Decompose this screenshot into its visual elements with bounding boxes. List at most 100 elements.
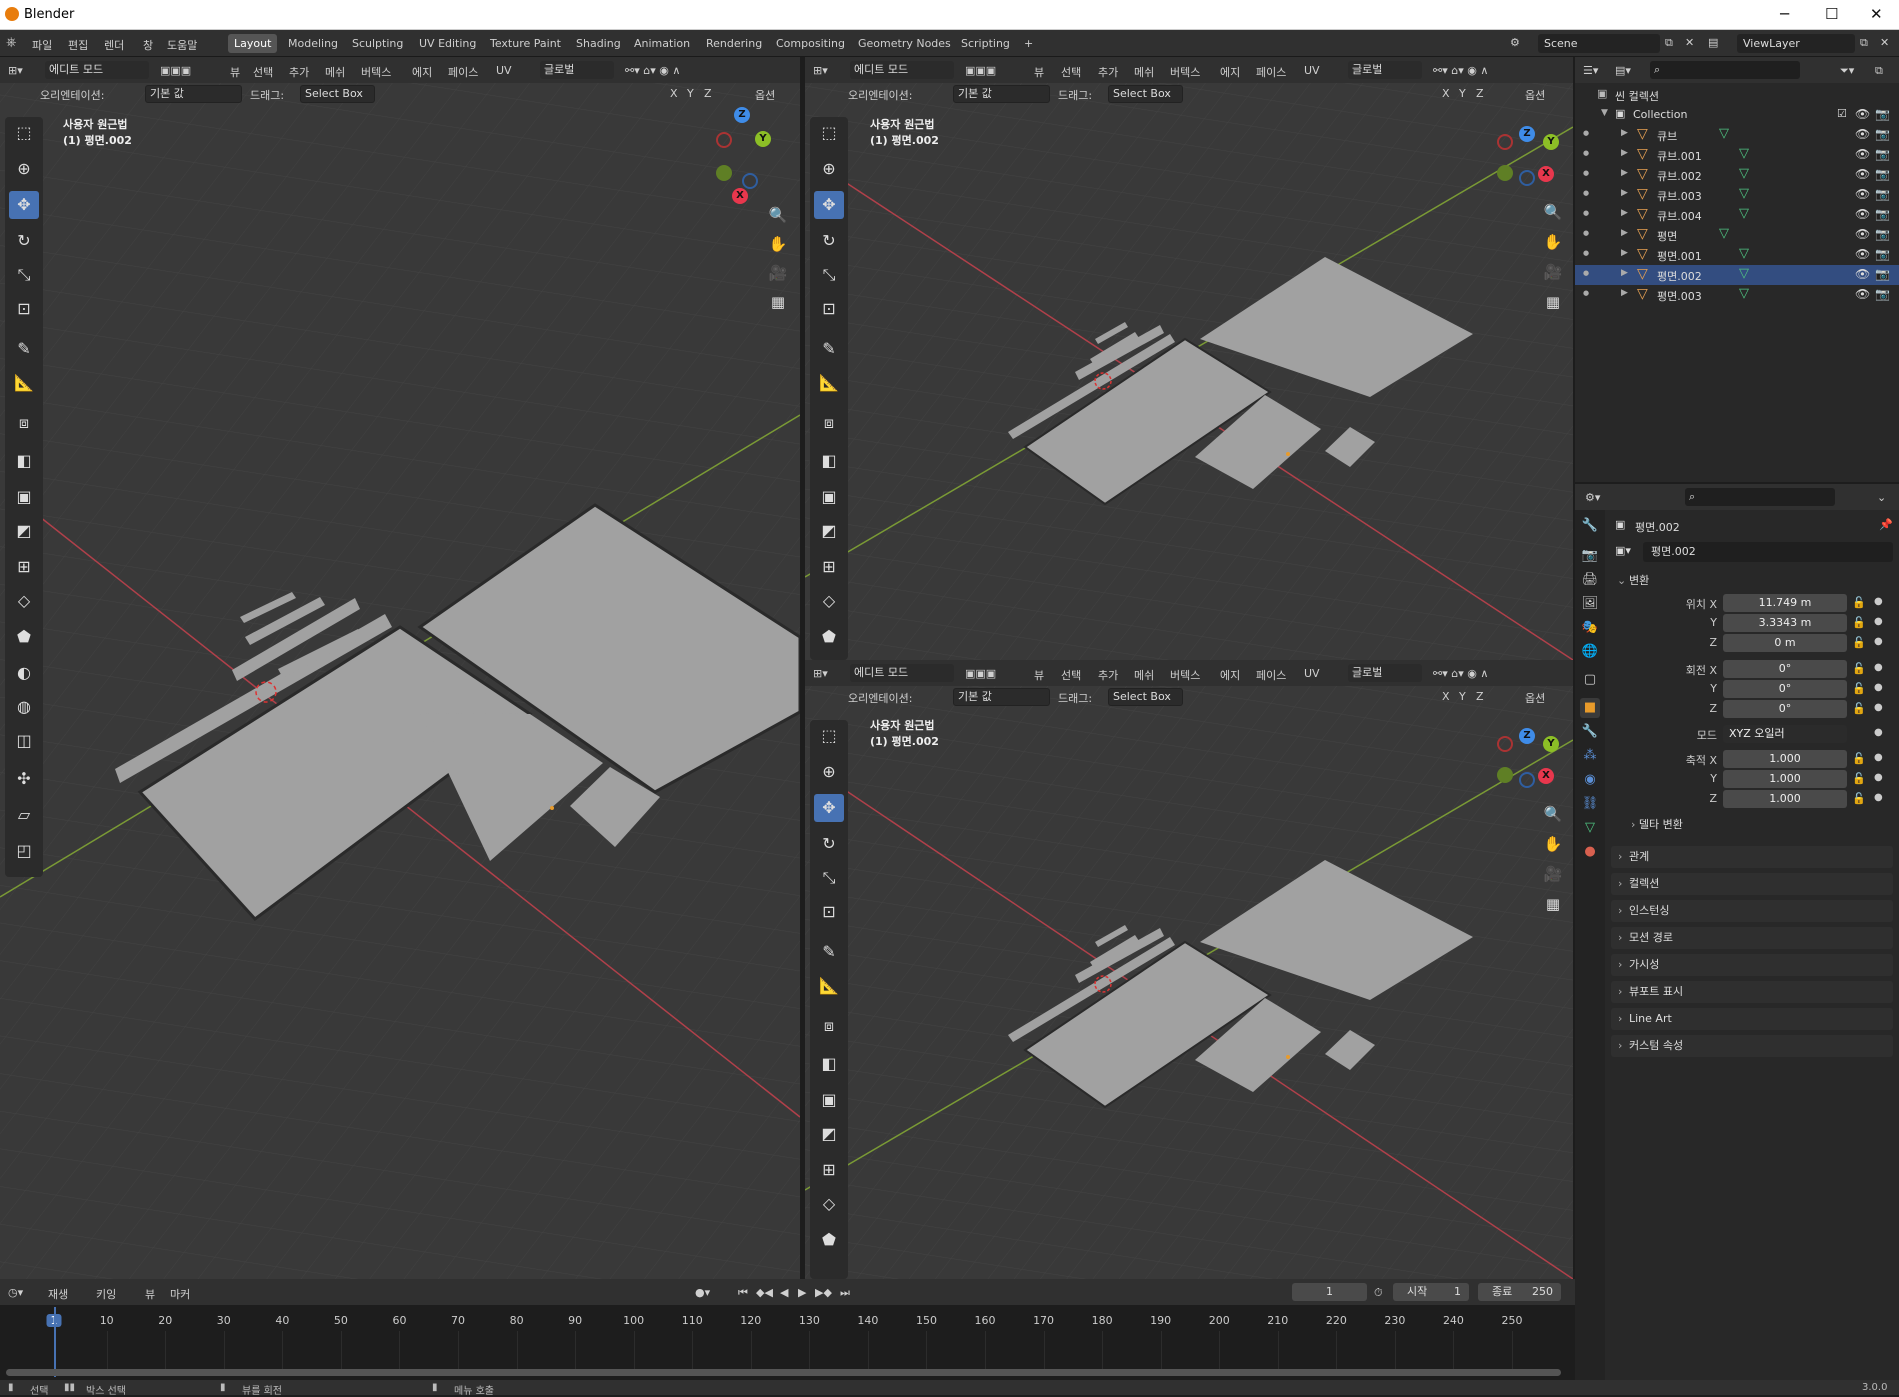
eye-icon[interactable]: 👁: [1855, 107, 1870, 121]
gizmo-neg-z[interactable]: [1519, 772, 1535, 788]
poly-build-tool-icon[interactable]: ⬟: [9, 623, 39, 651]
options-dropdown[interactable]: 옵션: [755, 87, 775, 103]
expand-arrow-icon[interactable]: ▶: [1621, 168, 1628, 178]
location-x-field[interactable]: 11.749 m: [1723, 594, 1847, 612]
gizmo-y-axis[interactable]: Y: [1543, 134, 1559, 150]
transform-tool-icon[interactable]: ⊡: [9, 295, 39, 323]
gizmo-z-axis[interactable]: Z: [734, 107, 750, 123]
menu-view[interactable]: 뷰: [1034, 64, 1044, 80]
gizmo-neg-y[interactable]: [1497, 767, 1513, 783]
orientation-dropdown[interactable]: 기본 값: [145, 85, 242, 103]
object-type-icon[interactable]: ▣▾: [1615, 544, 1631, 557]
outliner-object-row[interactable]: ▶ ▽ 큐브.003 ▽ 👁 📷: [1575, 185, 1899, 205]
tool-tab-icon[interactable]: 🔧: [1580, 516, 1600, 536]
zoom-icon[interactable]: 🔍: [1541, 200, 1565, 224]
tab-animation[interactable]: Animation: [628, 34, 696, 53]
menu-file[interactable]: 파일: [32, 37, 52, 53]
cursor-tool-icon[interactable]: ⊕: [814, 758, 844, 786]
tab-texture-paint[interactable]: Texture Paint: [484, 34, 567, 53]
properties-section[interactable]: Line Art: [1611, 1008, 1893, 1030]
object-tab-icon[interactable]: ■: [1580, 698, 1600, 718]
jump-start-icon[interactable]: ⏮: [738, 1286, 748, 1300]
data-tab-icon[interactable]: ▽: [1580, 818, 1600, 838]
inset-tool-icon[interactable]: ▣: [814, 1086, 844, 1114]
options-chevron-icon[interactable]: ⌄: [1877, 491, 1886, 504]
menu-edge[interactable]: 에지: [1220, 64, 1240, 80]
drag-dropdown[interactable]: Select Box: [300, 85, 375, 103]
pivot-snap-icons[interactable]: ⚯▾ ⌂▾ ◉ ∧: [625, 64, 680, 77]
menu-vertex[interactable]: 버텍스: [1170, 64, 1200, 80]
tab-layout[interactable]: Layout: [228, 34, 278, 53]
tab-modeling[interactable]: Modeling: [282, 34, 344, 53]
view-layer-tab-icon[interactable]: 🖼: [1580, 594, 1600, 614]
outliner-search-input[interactable]: ⌕: [1650, 61, 1800, 79]
filter-icon[interactable]: ⏷▾: [1840, 64, 1854, 78]
move-tool-icon[interactable]: ✥: [9, 191, 39, 219]
eye-icon[interactable]: 👁: [1855, 207, 1870, 221]
editor-type-icon[interactable]: ☰▾: [1583, 64, 1598, 77]
menu-face[interactable]: 페이스: [448, 64, 478, 80]
add-cube-tool-icon[interactable]: ⧈: [814, 1012, 844, 1040]
new-view-layer-icon[interactable]: ⧉: [1860, 36, 1868, 50]
menu-edge[interactable]: 에지: [1220, 667, 1240, 683]
menu-add[interactable]: 추가: [1098, 64, 1118, 80]
gizmo-x-axis[interactable]: X: [1538, 768, 1554, 784]
tab-sculpting[interactable]: Sculpting: [346, 34, 409, 53]
properties-section[interactable]: 커스텀 속성: [1611, 1035, 1893, 1057]
expand-arrow-icon[interactable]: ▶: [1621, 128, 1628, 138]
edge-slide-tool-icon[interactable]: ◫: [9, 727, 39, 755]
gizmo-z-axis[interactable]: Z: [1519, 126, 1535, 142]
checkbox-icon[interactable]: ☑: [1837, 107, 1847, 120]
select-mode-icons[interactable]: ▣▣▣: [965, 64, 996, 77]
menu-render[interactable]: 렌더: [104, 37, 124, 53]
lock-icon[interactable]: 🔓: [1852, 702, 1866, 715]
mesh-data-icon[interactable]: ▽: [1739, 186, 1749, 201]
menu-select[interactable]: 선택: [1061, 667, 1081, 683]
pin-icon[interactable]: 📌: [1879, 518, 1893, 531]
transform-section-header[interactable]: ⌄ 변환: [1611, 570, 1893, 592]
expand-arrow-icon[interactable]: ▶: [1621, 148, 1628, 158]
tab-uv-editing[interactable]: UV Editing: [413, 34, 482, 53]
add-cube-tool-icon[interactable]: ⧈: [814, 409, 844, 437]
lock-icon[interactable]: 🔓: [1852, 636, 1866, 649]
shear-tool-icon[interactable]: ▱: [9, 801, 39, 829]
pivot-snap-icons[interactable]: ⚯▾ ⌂▾ ◉ ∧: [1433, 667, 1488, 680]
eye-icon[interactable]: 👁: [1855, 147, 1870, 161]
eye-icon[interactable]: 👁: [1855, 247, 1870, 261]
menu-playback[interactable]: 재생: [48, 1286, 68, 1302]
maximize-button[interactable]: ☐: [1825, 5, 1838, 23]
new-scene-icon[interactable]: ⧉: [1665, 36, 1673, 50]
location-z-field[interactable]: 0 m: [1723, 634, 1847, 652]
delete-view-layer-icon[interactable]: ✕: [1880, 36, 1889, 49]
properties-section[interactable]: 뷰포트 표시: [1611, 981, 1893, 1003]
mesh-data-icon[interactable]: ▽: [1739, 206, 1749, 221]
mesh-data-icon[interactable]: ▽: [1739, 266, 1749, 281]
measure-tool-icon[interactable]: 📐: [9, 369, 39, 397]
scale-z-field[interactable]: 1.000: [1723, 790, 1847, 808]
pan-hand-icon[interactable]: ✋: [1541, 832, 1565, 856]
camera-icon[interactable]: 📷: [1875, 187, 1890, 201]
rotate-tool-icon[interactable]: ↻: [814, 227, 844, 255]
menu-select[interactable]: 선택: [253, 64, 273, 80]
cursor-tool-icon[interactable]: ⊕: [814, 155, 844, 183]
gizmo-x-axis[interactable]: X: [1538, 166, 1554, 182]
lock-icon[interactable]: 🔓: [1852, 596, 1866, 609]
gizmo-neg-z[interactable]: [742, 173, 758, 189]
object-name-field[interactable]: 평면.002: [1643, 542, 1893, 562]
keyframe-dot-icon[interactable]: ●: [1874, 792, 1883, 803]
extrude-tool-icon[interactable]: ◧: [9, 447, 39, 475]
outliner-object-row[interactable]: ▶ ▽ 큐브.001 ▽ 👁 📷: [1575, 145, 1899, 165]
scene-tab-icon[interactable]: 🎭: [1580, 618, 1600, 638]
camera-icon[interactable]: 📷: [1875, 127, 1890, 141]
render-tab-icon[interactable]: 📷: [1580, 546, 1600, 566]
expand-arrow-icon[interactable]: ▶: [1621, 208, 1628, 218]
scale-tool-icon[interactable]: ⤡: [814, 261, 844, 289]
outliner-object-row[interactable]: ▶ ▽ 평면 ▽ 👁 📷: [1575, 225, 1899, 245]
menu-view[interactable]: 뷰: [230, 64, 240, 80]
scene-selector[interactable]: Scene: [1538, 34, 1660, 53]
outliner-object-row[interactable]: ▶ ▽ 큐브.004 ▽ 👁 📷: [1575, 205, 1899, 225]
mesh-data-icon[interactable]: ▽: [1719, 126, 1729, 141]
menu-uv[interactable]: UV: [1304, 64, 1320, 77]
camera-icon[interactable]: 📷: [1875, 267, 1890, 281]
eye-icon[interactable]: 👁: [1855, 127, 1870, 141]
